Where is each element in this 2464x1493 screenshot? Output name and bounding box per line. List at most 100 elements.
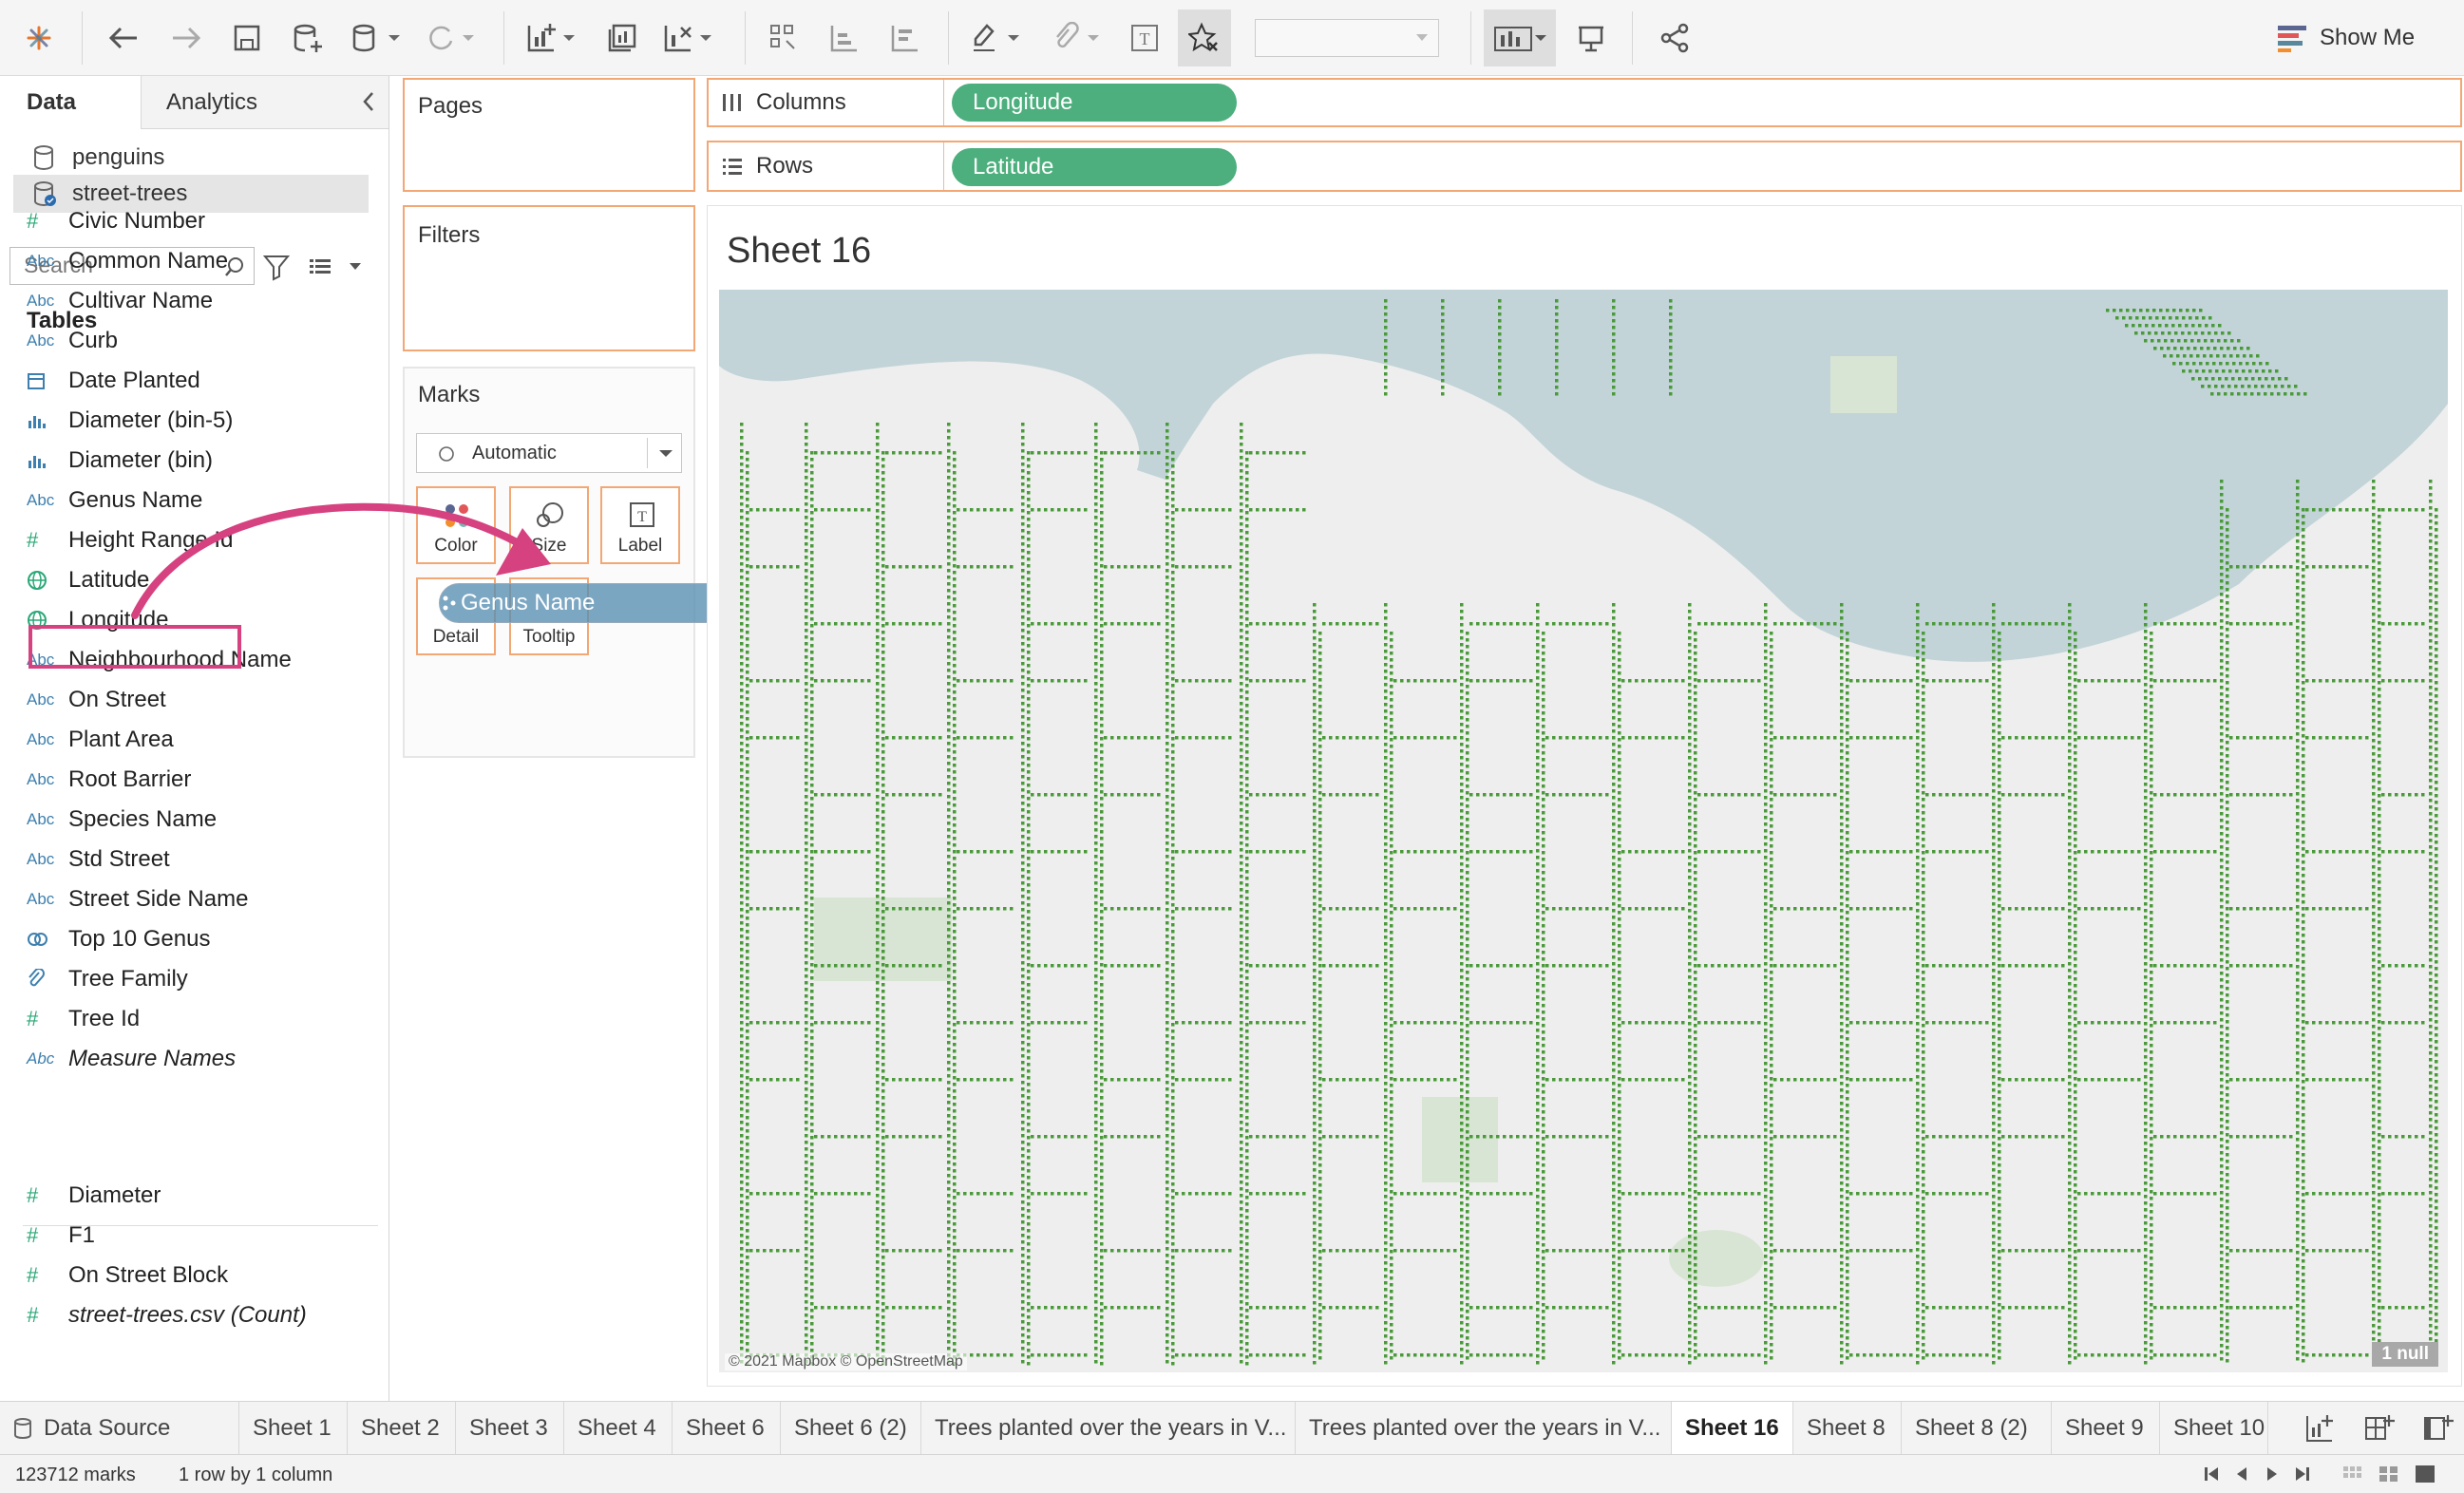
label-button[interactable]: T Label bbox=[600, 486, 680, 564]
redo-icon[interactable] bbox=[161, 9, 211, 66]
mark-type-dropdown[interactable]: Automatic bbox=[416, 433, 682, 473]
map-view[interactable]: © 2021 Mapbox © OpenStreetMap 1 null bbox=[719, 290, 2448, 1372]
field-on-street[interactable]: Abc On Street bbox=[27, 682, 166, 718]
presentation-mode-icon[interactable] bbox=[1484, 9, 1556, 66]
filmstrip-view-icon[interactable] bbox=[2379, 1465, 2399, 1484]
number-icon: # bbox=[27, 1223, 39, 1247]
undo-icon[interactable] bbox=[99, 9, 148, 66]
sheet-title[interactable]: Sheet 16 bbox=[727, 231, 871, 272]
filters-card[interactable]: Filters bbox=[403, 205, 695, 351]
field-measure-names[interactable]: Abc Measure Names bbox=[27, 1041, 236, 1077]
field-common-name[interactable]: Abc Common Name bbox=[27, 243, 228, 279]
datasource-penguins[interactable]: penguins bbox=[13, 139, 369, 177]
field-top-10-genus[interactable]: Top 10 Genus bbox=[27, 921, 210, 957]
first-sheet-icon[interactable] bbox=[2204, 1465, 2219, 1484]
show-labels-icon[interactable]: T bbox=[1121, 9, 1168, 66]
sheet-tab-label: Sheet 6 bbox=[686, 1415, 765, 1441]
sheet-tab[interactable]: Sheet 2 bbox=[348, 1402, 456, 1455]
pause-updates-icon[interactable] bbox=[344, 9, 410, 66]
field-tree-family[interactable]: Tree Family bbox=[27, 961, 188, 997]
sheet-tab[interactable]: Sheet 8 (2) bbox=[1902, 1402, 2052, 1455]
field-label: Date Planted bbox=[68, 368, 200, 393]
field-std-street[interactable]: Abc Std Street bbox=[27, 841, 170, 878]
field-root-barrier[interactable]: Abc Root Barrier bbox=[27, 762, 191, 798]
tab-analytics[interactable]: Analytics bbox=[141, 76, 389, 129]
sheet-tab[interactable]: Sheet 6 bbox=[673, 1402, 781, 1455]
string-icon: Abc bbox=[27, 850, 55, 868]
last-sheet-icon[interactable] bbox=[2295, 1465, 2310, 1484]
previous-sheet-icon[interactable] bbox=[2234, 1465, 2249, 1484]
database-icon bbox=[34, 145, 53, 171]
field-civic-number[interactable]: # Civic Number bbox=[27, 203, 205, 239]
field-label: Curb bbox=[68, 328, 119, 353]
sheet-tab-label: Sheet 4 bbox=[578, 1415, 656, 1441]
field-species-name[interactable]: Abc Species Name bbox=[27, 802, 217, 838]
duplicate-sheet-icon[interactable] bbox=[598, 9, 646, 66]
fix-axes-icon[interactable] bbox=[1178, 9, 1231, 66]
tab-data-source[interactable]: Data Source bbox=[0, 1402, 239, 1455]
sheet-tab[interactable]: Sheet 3 bbox=[456, 1402, 564, 1455]
sheet-tab[interactable]: Trees planted over the years in V... bbox=[1296, 1402, 1672, 1455]
field-cultivar-name[interactable]: Abc Cultivar Name bbox=[27, 283, 213, 319]
show-me-button[interactable]: Show Me bbox=[2276, 9, 2437, 66]
sheet-tab[interactable]: Sheet 4 bbox=[564, 1402, 673, 1455]
field-plant-area[interactable]: Abc Plant Area bbox=[27, 722, 174, 758]
highlight-icon[interactable] bbox=[963, 9, 1030, 66]
grid-view-icon[interactable] bbox=[2342, 1465, 2363, 1484]
field-on-street-block[interactable]: # On Street Block bbox=[27, 1257, 228, 1294]
filter-icon[interactable] bbox=[262, 253, 291, 286]
field-label: Plant Area bbox=[68, 727, 174, 752]
field-curb[interactable]: Abc Curb bbox=[27, 323, 118, 359]
field-street-trees-csv-count-[interactable]: # street-trees.csv (Count) bbox=[27, 1297, 307, 1333]
new-datasource-icon[interactable] bbox=[285, 9, 331, 66]
new-worksheet-tab-icon[interactable] bbox=[2304, 1413, 2337, 1448]
string-icon: Abc bbox=[27, 491, 55, 509]
sheet-tab[interactable]: Sheet 6 (2) bbox=[781, 1402, 921, 1455]
group-members-icon[interactable] bbox=[1043, 9, 1109, 66]
sheet-tab[interactable]: Sheet 1 bbox=[239, 1402, 348, 1455]
longitude-pill[interactable]: Longitude bbox=[952, 84, 1237, 122]
string-icon: Abc bbox=[27, 252, 55, 270]
share-icon[interactable] bbox=[1651, 9, 1698, 66]
street-trees-map[interactable] bbox=[719, 290, 2448, 1372]
rows-shelf[interactable]: Rows Latitude bbox=[707, 141, 2462, 192]
sheet-tab[interactable]: Sheet 8 bbox=[1793, 1402, 1902, 1455]
columns-shelf[interactable]: Columns Longitude bbox=[707, 78, 2462, 127]
field-diameter-bin-5-[interactable]: Diameter (bin-5) bbox=[27, 403, 233, 439]
swap-rows-columns-icon[interactable] bbox=[760, 9, 807, 66]
view-options-icon[interactable] bbox=[306, 253, 369, 286]
tabs-view-icon[interactable] bbox=[2415, 1465, 2436, 1484]
collapse-pane-icon[interactable] bbox=[359, 89, 378, 119]
field-f1[interactable]: # F1 bbox=[27, 1218, 95, 1254]
clear-sheet-icon[interactable] bbox=[655, 9, 722, 66]
latitude-pill[interactable]: Latitude bbox=[952, 148, 1237, 186]
sheet-tab[interactable]: Trees planted over the years in V... bbox=[921, 1402, 1296, 1455]
sheet-tab[interactable]: Sheet 16 bbox=[1672, 1402, 1793, 1455]
field-date-planted[interactable]: Date Planted bbox=[27, 363, 200, 399]
sheet-tab[interactable]: Sheet 9 bbox=[2052, 1402, 2160, 1455]
field-label: Tree Id bbox=[68, 1006, 141, 1031]
pages-title: Pages bbox=[418, 93, 483, 119]
present-icon[interactable] bbox=[1567, 9, 1615, 66]
null-indicator[interactable]: 1 null bbox=[2372, 1342, 2438, 1367]
set-icon bbox=[27, 929, 68, 950]
field-street-side-name[interactable]: Abc Street Side Name bbox=[27, 881, 248, 917]
tableau-logo-icon[interactable] bbox=[17, 9, 61, 66]
sheet-tab[interactable]: Sheet 10 bbox=[2160, 1402, 2268, 1455]
next-sheet-icon[interactable] bbox=[2265, 1465, 2280, 1484]
tab-data[interactable]: Data bbox=[0, 76, 141, 129]
fit-dropdown[interactable] bbox=[1254, 9, 1440, 66]
sort-ascending-icon[interactable] bbox=[821, 9, 868, 66]
database-icon bbox=[14, 1418, 31, 1440]
field-diameter-bin-[interactable]: Diameter (bin) bbox=[27, 443, 213, 479]
field-diameter[interactable]: # Diameter bbox=[27, 1178, 161, 1214]
new-story-icon[interactable] bbox=[2422, 1413, 2455, 1448]
sort-descending-icon[interactable] bbox=[881, 9, 929, 66]
refresh-icon[interactable] bbox=[418, 9, 484, 66]
new-dashboard-icon[interactable] bbox=[2363, 1413, 2396, 1448]
field-label: Top 10 Genus bbox=[68, 926, 211, 952]
field-tree-id[interactable]: # Tree Id bbox=[27, 1001, 140, 1037]
pages-card[interactable]: Pages bbox=[403, 78, 695, 192]
save-icon[interactable] bbox=[224, 9, 270, 66]
new-worksheet-icon[interactable] bbox=[519, 9, 585, 66]
